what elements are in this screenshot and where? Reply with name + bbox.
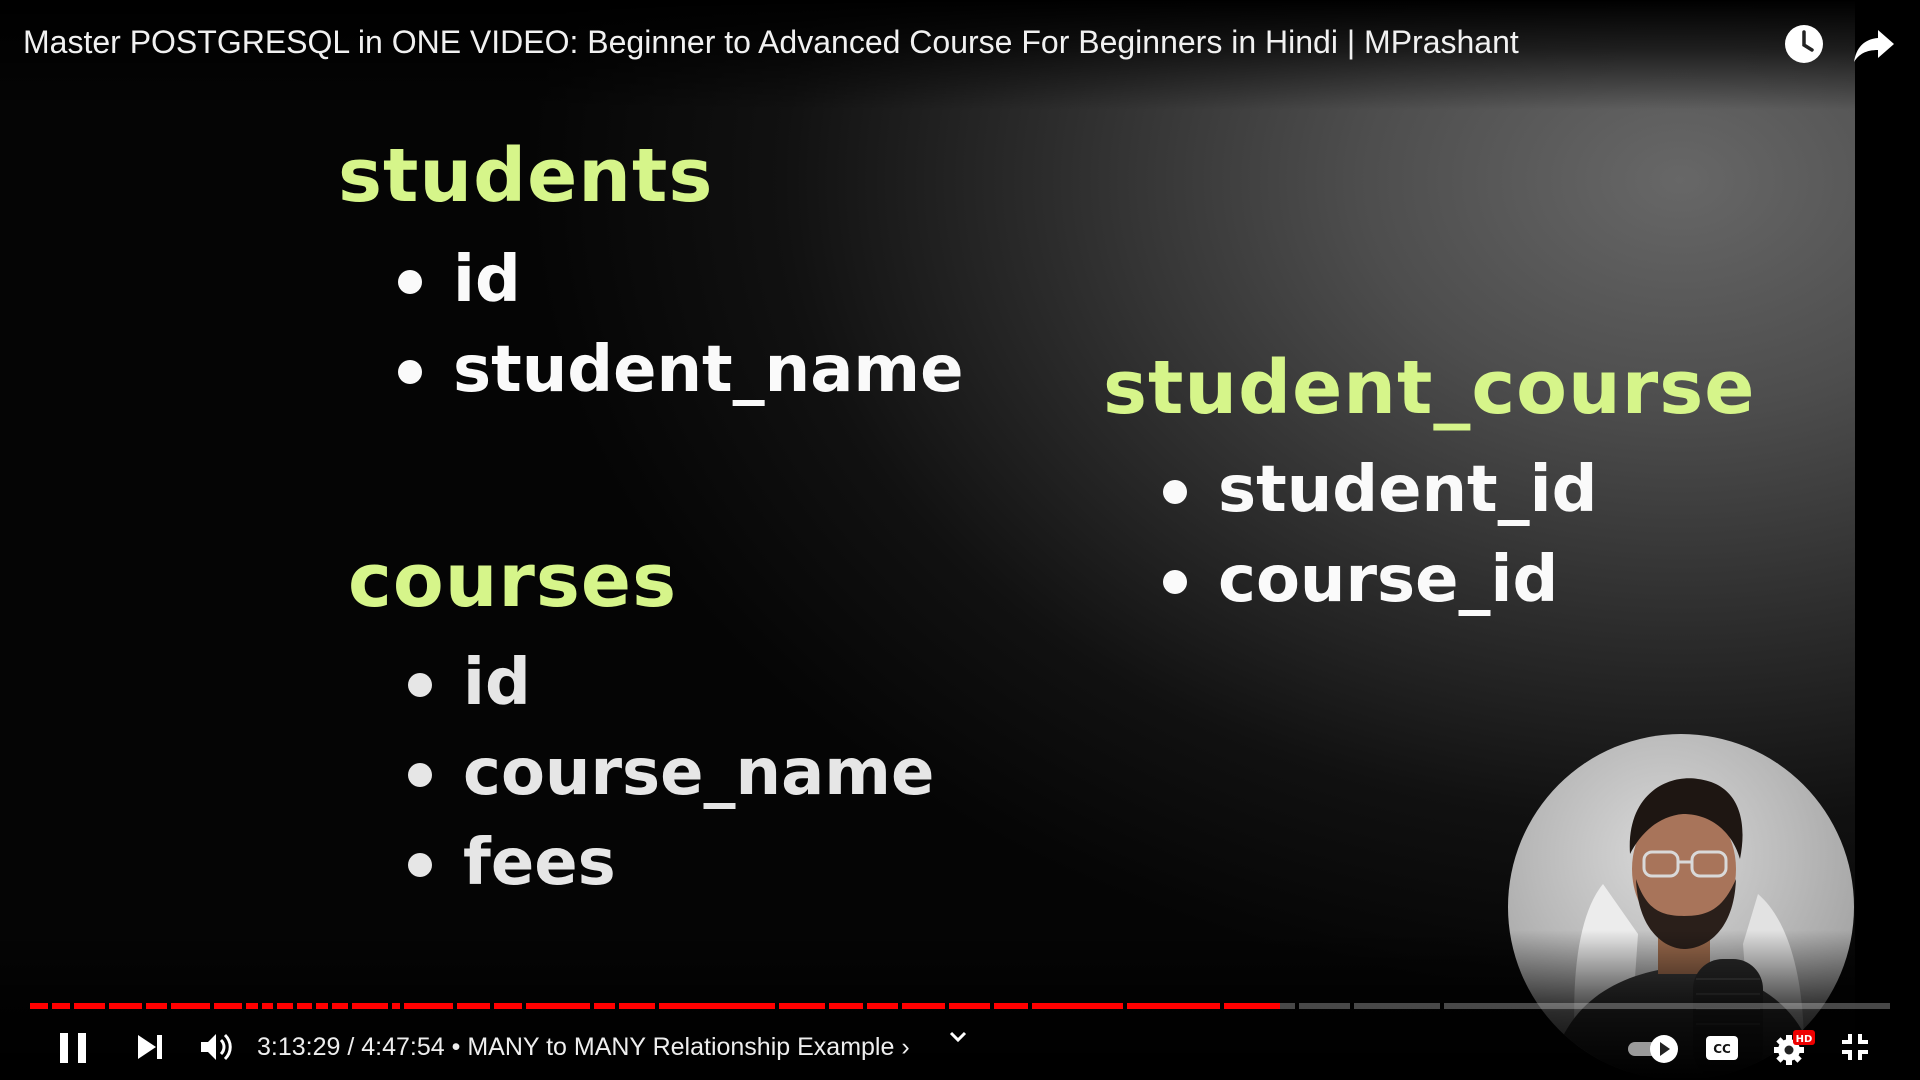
list-item: id [398, 235, 963, 325]
pause-icon[interactable] [58, 1031, 88, 1069]
chapter-marker [655, 1003, 659, 1009]
field-name: course_id [1218, 543, 1559, 617]
chapter-marker [400, 1003, 404, 1009]
share-icon[interactable] [1850, 20, 1898, 68]
chapter-marker [863, 1003, 867, 1009]
bullet-icon [408, 763, 432, 787]
field-name: course_name [463, 736, 935, 810]
student-course-field-list: student_id course_id [1163, 445, 1597, 625]
chapter-marker [1295, 1003, 1299, 1009]
chapter-marker [945, 1003, 949, 1009]
chapter-marker [1220, 1003, 1224, 1009]
chapter-marker [388, 1003, 392, 1009]
student-course-table-heading: student_course [1103, 345, 1756, 431]
chapter-marker [348, 1003, 352, 1009]
field-name: student_name [453, 333, 964, 407]
list-item: fees [408, 818, 934, 908]
chapter-marker [1440, 1003, 1444, 1009]
chapter-marker [210, 1003, 214, 1009]
list-item: student_name [398, 325, 963, 415]
player-controls: 3:13:29 / 4:47:54 • MANY to MANY Relatio… [0, 1020, 1920, 1080]
chapter-marker [590, 1003, 594, 1009]
progress-bar[interactable] [30, 1003, 1890, 1011]
chapter-arrow-icon[interactable]: › [901, 1033, 909, 1061]
chapter-marker [242, 1003, 246, 1009]
bullet-icon [408, 853, 432, 877]
chapter-marker [48, 1003, 52, 1009]
chapter-marker [258, 1003, 262, 1009]
video-title[interactable]: Master POSTGRESQL in ONE VIDEO: Beginner… [23, 24, 1519, 61]
chapter-marker [167, 1003, 171, 1009]
autoplay-toggle-icon[interactable] [1626, 1032, 1682, 1070]
duration: 4:47:54 [361, 1033, 445, 1061]
list-item: student_id [1163, 445, 1597, 535]
watch-later-icon[interactable] [1780, 20, 1828, 68]
chapter-marker [312, 1003, 316, 1009]
chapter-marker [1028, 1003, 1032, 1009]
bullet-icon [1163, 570, 1187, 594]
captions-icon[interactable]: CC [1705, 1033, 1739, 1067]
chapter-marker [328, 1003, 332, 1009]
chapter-title[interactable]: MANY to MANY Relationship Example [467, 1033, 894, 1061]
current-time: 3:13:29 [257, 1033, 341, 1061]
field-name: id [463, 646, 531, 720]
chapter-marker [293, 1003, 297, 1009]
bullet-icon [1163, 480, 1187, 504]
list-item: id [408, 638, 934, 728]
chapter-marker [70, 1003, 74, 1009]
settings-icon[interactable]: HD [1773, 1028, 1817, 1072]
exit-fullscreen-icon[interactable] [1840, 1032, 1870, 1066]
courses-field-list: id course_name fees [408, 638, 934, 908]
list-item: course_name [408, 728, 934, 818]
chapter-marker [142, 1003, 146, 1009]
chapter-separator: • [444, 1033, 468, 1061]
students-field-list: id student_name [398, 235, 963, 415]
bullet-icon [398, 360, 422, 384]
letterbox-bar [1855, 0, 1920, 1080]
students-table-heading: students [338, 133, 714, 219]
chapter-marker [1123, 1003, 1127, 1009]
chevron-down-icon[interactable] [947, 1026, 969, 1051]
chapter-marker [490, 1003, 494, 1009]
chapter-marker [273, 1003, 277, 1009]
chapter-marker [775, 1003, 779, 1009]
bullet-icon [398, 270, 422, 294]
field-name: student_id [1218, 453, 1598, 527]
chapter-marker [990, 1003, 994, 1009]
time-separator: / [340, 1033, 362, 1061]
chapter-marker [105, 1003, 109, 1009]
courses-table-heading: courses [348, 538, 678, 624]
list-item: course_id [1163, 535, 1597, 625]
chapter-marker [453, 1003, 457, 1009]
hd-badge: HD [1796, 1034, 1813, 1045]
volume-icon[interactable] [198, 1030, 234, 1068]
video-frame[interactable]: students id student_name student_course … [0, 0, 1920, 1080]
chapter-marker [522, 1003, 526, 1009]
bullet-icon [408, 673, 432, 697]
time-display: 3:13:29 / 4:47:54 • MANY to MANY Relatio… [257, 1033, 910, 1062]
chapter-marker [1350, 1003, 1354, 1009]
next-icon[interactable] [135, 1032, 165, 1066]
chapter-marker [825, 1003, 829, 1009]
field-name: id [453, 243, 521, 317]
chapter-marker [615, 1003, 619, 1009]
field-name: fees [463, 826, 616, 900]
captions-label: CC [1713, 1042, 1731, 1056]
chapter-marker [898, 1003, 902, 1009]
